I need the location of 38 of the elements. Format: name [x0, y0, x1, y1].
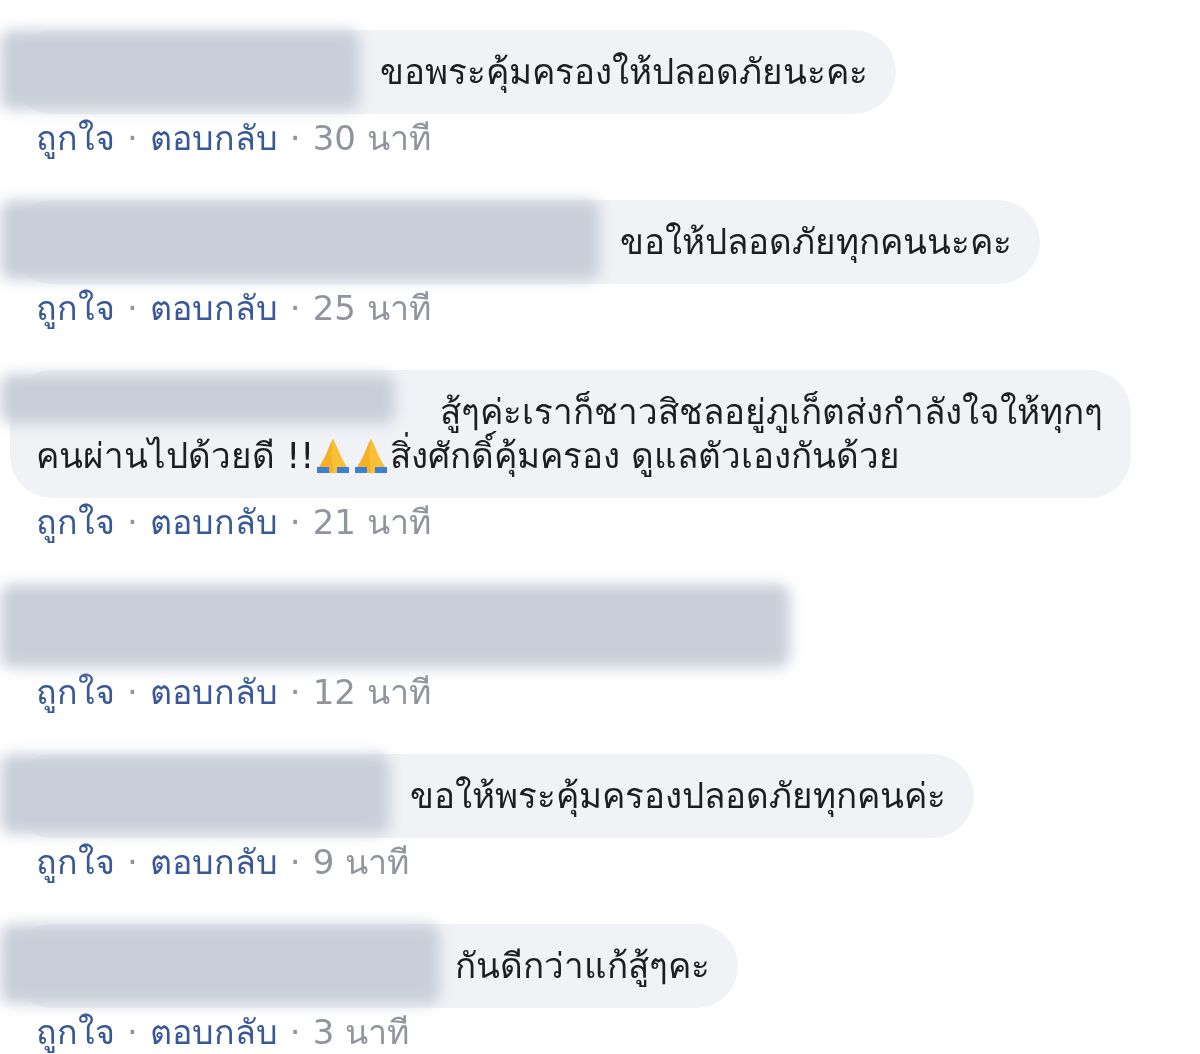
like-link[interactable]: ถูกใจ	[36, 502, 115, 542]
comment-time: 21 นาที	[312, 502, 431, 542]
separator-dot: ·	[289, 842, 301, 882]
comment-time: 9 นาที	[312, 842, 410, 882]
separator-dot: ·	[127, 1012, 138, 1052]
comment-text: คนผ่านไปด้วยดี !!	[36, 435, 315, 478]
reply-link[interactable]: ตอบกลับ	[149, 118, 278, 158]
comment-time: 30 นาที	[312, 118, 431, 158]
reply-link[interactable]: ตอบกลับ	[149, 672, 278, 712]
praying-hands-icon	[355, 439, 388, 473]
comment-time: 3 นาที	[312, 1012, 410, 1052]
like-link[interactable]: ถูกใจ	[36, 672, 115, 712]
separator-dot: ·	[289, 288, 301, 328]
like-link[interactable]: ถูกใจ	[36, 288, 115, 328]
like-link[interactable]: ถูกใจ	[36, 118, 115, 158]
reply-link[interactable]: ตอบกลับ	[149, 502, 278, 542]
separator-dot: ·	[289, 1012, 301, 1052]
reply-link[interactable]: ตอบกลับ	[149, 288, 278, 328]
reply-link[interactable]: ตอบกลับ	[149, 842, 278, 882]
separator-dot: ·	[127, 118, 138, 158]
separator-dot: ·	[127, 502, 138, 542]
comment-time: 12 นาที	[312, 672, 431, 712]
like-link[interactable]: ถูกใจ	[36, 1012, 115, 1052]
like-link[interactable]: ถูกใจ	[36, 842, 115, 882]
comment-text: ขอให้พระคุ้มครองปลอดภัยทุกคนค่ะ	[410, 775, 946, 818]
comment-text: ขอพระคุ้มครองให้ปลอดภัยนะคะ	[380, 51, 868, 94]
praying-hands-icon	[317, 439, 350, 473]
separator-dot: ·	[289, 672, 301, 712]
comment-text: สู้ๆค่ะเราก็ชาวสิชลอยู่ภูเก็ตส่งกำลังใจให้ทุกๆ	[440, 390, 1103, 433]
comment-text: ขอให้ปลอดภัยทุกคนนะคะ	[620, 221, 1012, 264]
comment-text: กันดีกว่าแก้สู้ๆคะ	[455, 945, 710, 988]
separator-dot: ·	[127, 842, 138, 882]
separator-dot: ·	[127, 672, 138, 712]
separator-dot: ·	[289, 502, 301, 542]
separator-dot: ·	[289, 118, 301, 158]
reply-link[interactable]: ตอบกลับ	[149, 1012, 278, 1052]
comment-time: 25 นาที	[312, 288, 431, 328]
separator-dot: ·	[127, 288, 138, 328]
